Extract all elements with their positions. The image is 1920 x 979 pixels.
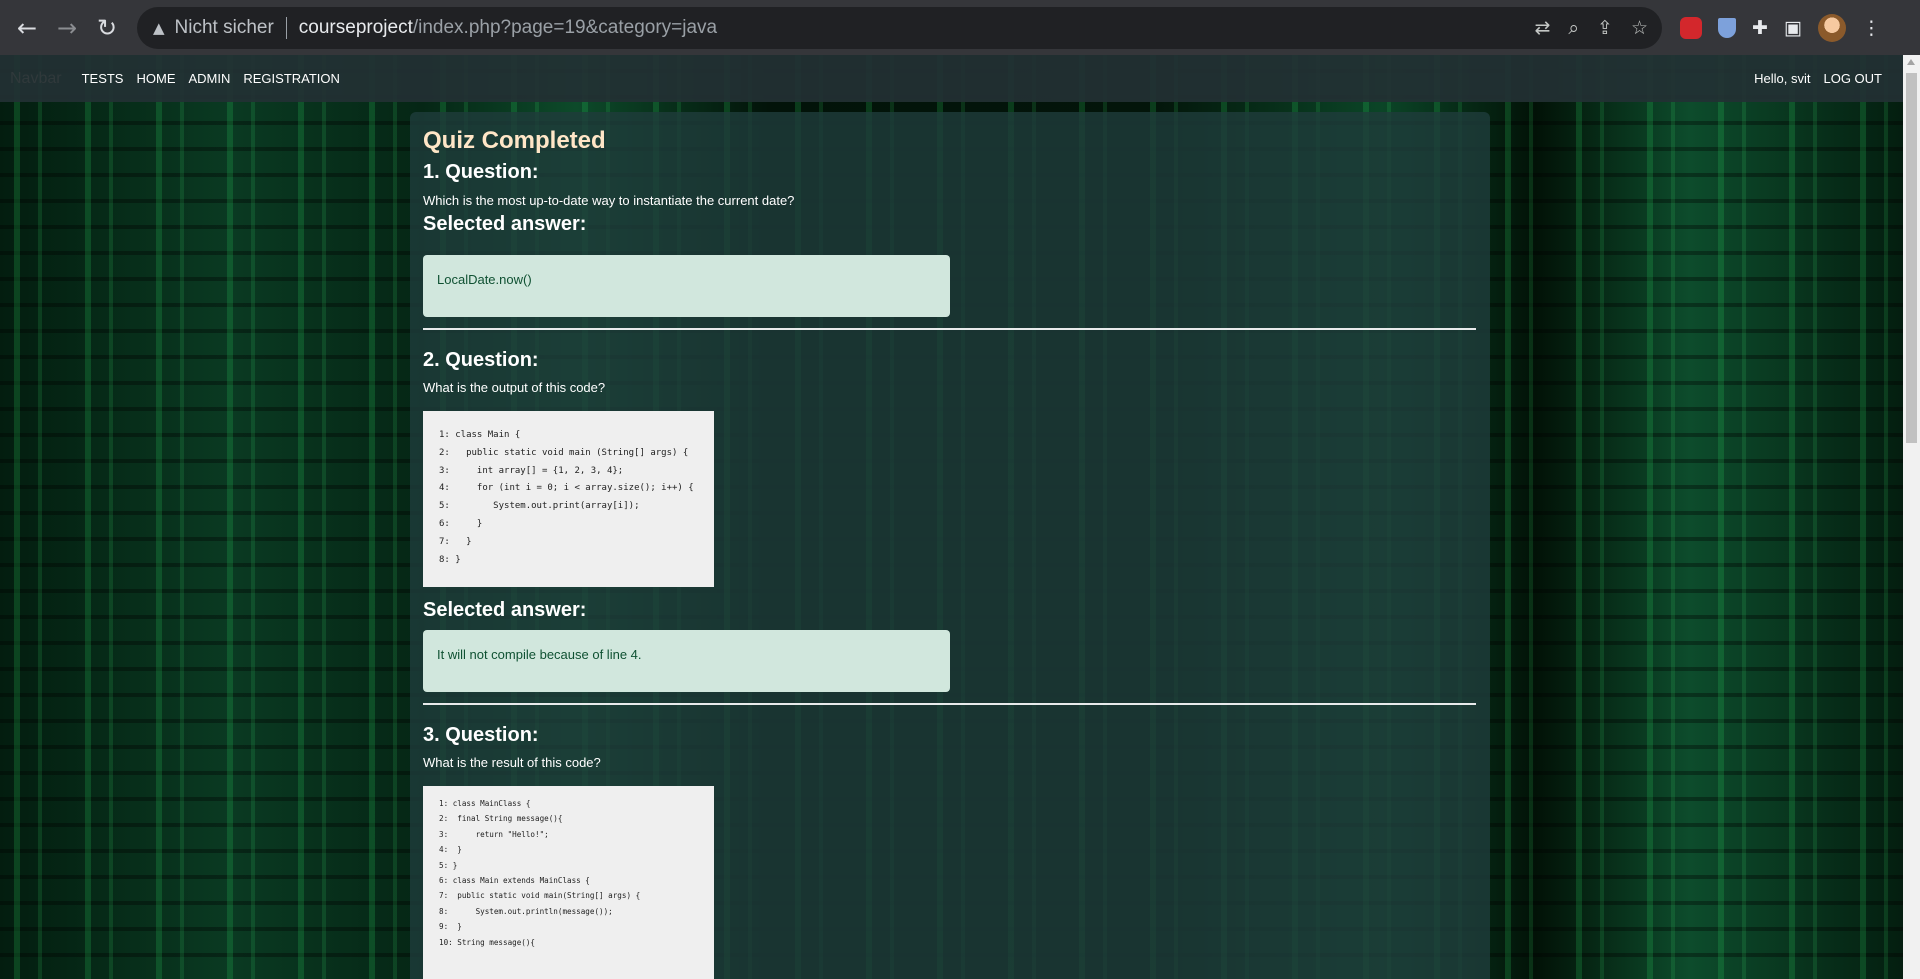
menu-dots-icon[interactable]: ⋮ xyxy=(1862,17,1881,39)
question-heading: 1. Question: xyxy=(423,161,539,183)
quiz-results-panel: Quiz Completed 1. Question: Which is the… xyxy=(410,112,1490,979)
security-status[interactable]: Nicht sicher xyxy=(175,17,274,39)
profile-avatar[interactable] xyxy=(1817,13,1846,42)
page-viewport: Navbar TESTS HOME ADMIN REGISTRATION Hel… xyxy=(0,55,1920,979)
navbar-brand[interactable]: Navbar xyxy=(10,70,62,88)
code-line: 1: class MainClass { xyxy=(439,799,531,808)
code-line: 5: } xyxy=(439,860,458,870)
code-line: 3: return "Hello!"; xyxy=(439,829,549,839)
question-divider xyxy=(423,703,1476,705)
code-line: 8: System.out.println(message()); xyxy=(439,906,613,916)
address-bar-actions: ⇄ ⌕ ⇪ ☆ xyxy=(1534,7,1648,49)
adblock-extension-icon[interactable] xyxy=(1680,16,1702,39)
code-line: 2: public static void main (String[] arg… xyxy=(439,447,689,458)
nav-links: TESTS HOME ADMIN REGISTRATION xyxy=(82,71,340,86)
scrollbar-thumb[interactable] xyxy=(1906,73,1917,443)
code-line: 3: int array[] = {1, 2, 3, 4}; xyxy=(439,465,624,476)
shield-extension-icon[interactable] xyxy=(1718,17,1736,38)
zoom-icon[interactable]: ⌕ xyxy=(1568,17,1579,39)
question-text: What is the output of this code? xyxy=(423,380,606,395)
code-line: 8: } xyxy=(439,554,461,565)
scroll-up-arrow-icon[interactable] xyxy=(1907,59,1915,65)
code-line: 1: class Main { xyxy=(439,430,521,440)
question-heading: 3. Question: xyxy=(423,724,539,746)
address-separator xyxy=(285,16,287,39)
url-text[interactable]: courseproject/index.php?page=19&category… xyxy=(299,17,717,39)
reload-icon[interactable]: ↻ xyxy=(87,8,127,48)
url-path: /index.php?page=19&category=java xyxy=(412,16,718,38)
page-scrollbar[interactable] xyxy=(1903,55,1920,979)
question-divider xyxy=(423,328,1476,330)
page-title: Quiz Completed xyxy=(423,127,606,154)
site-navbar: Navbar TESTS HOME ADMIN REGISTRATION Hel… xyxy=(0,55,1920,102)
browser-toolbar: ← → ↻ ▲ Nicht sicher courseproject/index… xyxy=(0,0,1920,55)
nav-link-tests[interactable]: TESTS xyxy=(82,71,124,86)
question-text: What is the result of this code? xyxy=(423,755,601,770)
selected-answer-heading: Selected answer: xyxy=(423,213,587,235)
nav-user-area: Hello, svit LOG OUT xyxy=(1754,71,1882,86)
code-line: 5: System.out.print(array[i]); xyxy=(439,501,640,512)
code-snippet: 1: class Main { 2: public static void ma… xyxy=(423,411,714,587)
url-host: courseproject xyxy=(298,16,413,38)
code-line: 6: class Main extends MainClass { xyxy=(439,876,590,886)
puzzle-extensions-icon[interactable]: ✚ xyxy=(1752,17,1768,39)
back-arrow-icon[interactable]: ← xyxy=(7,8,47,48)
code-line: 7: public static void main(String[] args… xyxy=(439,891,641,901)
user-greeting: Hello, svit xyxy=(1754,71,1811,86)
nav-link-home[interactable]: HOME xyxy=(136,71,175,86)
bookmark-star-icon[interactable]: ☆ xyxy=(1631,17,1648,39)
forward-arrow-icon[interactable]: → xyxy=(47,8,87,48)
translate-icon[interactable]: ⇄ xyxy=(1534,17,1550,39)
selected-answer-box: It will not compile because of line 4. xyxy=(423,630,950,692)
nav-link-registration[interactable]: REGISTRATION xyxy=(243,71,340,86)
question-heading: 2. Question: xyxy=(423,349,539,371)
code-line: 10: String message(){ xyxy=(439,937,536,947)
code-line: 7: } xyxy=(439,536,472,547)
question-text: Which is the most up-to-date way to inst… xyxy=(423,193,795,208)
code-line: 6: } xyxy=(439,518,483,529)
nav-link-admin[interactable]: ADMIN xyxy=(188,71,230,86)
code-line: 4: } xyxy=(439,845,462,855)
logout-link[interactable]: LOG OUT xyxy=(1823,71,1882,86)
warning-icon[interactable]: ▲ xyxy=(153,19,165,37)
selected-answer-box: LocalDate.now() xyxy=(423,255,950,317)
selected-answer-heading: Selected answer: xyxy=(423,599,587,621)
address-bar[interactable]: ▲ Nicht sicher courseproject/index.php?p… xyxy=(137,6,1662,49)
side-panel-icon[interactable]: ▣ xyxy=(1784,17,1802,39)
code-snippet: 1: class MainClass { 2: final String mes… xyxy=(423,786,714,979)
share-icon[interactable]: ⇪ xyxy=(1597,17,1613,39)
code-line: 2: final String message(){ xyxy=(439,814,563,824)
code-line: 4: for (int i = 0; i < array.size(); i++… xyxy=(439,483,694,494)
extensions-area: ✚ ▣ ⋮ xyxy=(1680,13,1881,42)
code-line: 9: } xyxy=(439,922,462,932)
